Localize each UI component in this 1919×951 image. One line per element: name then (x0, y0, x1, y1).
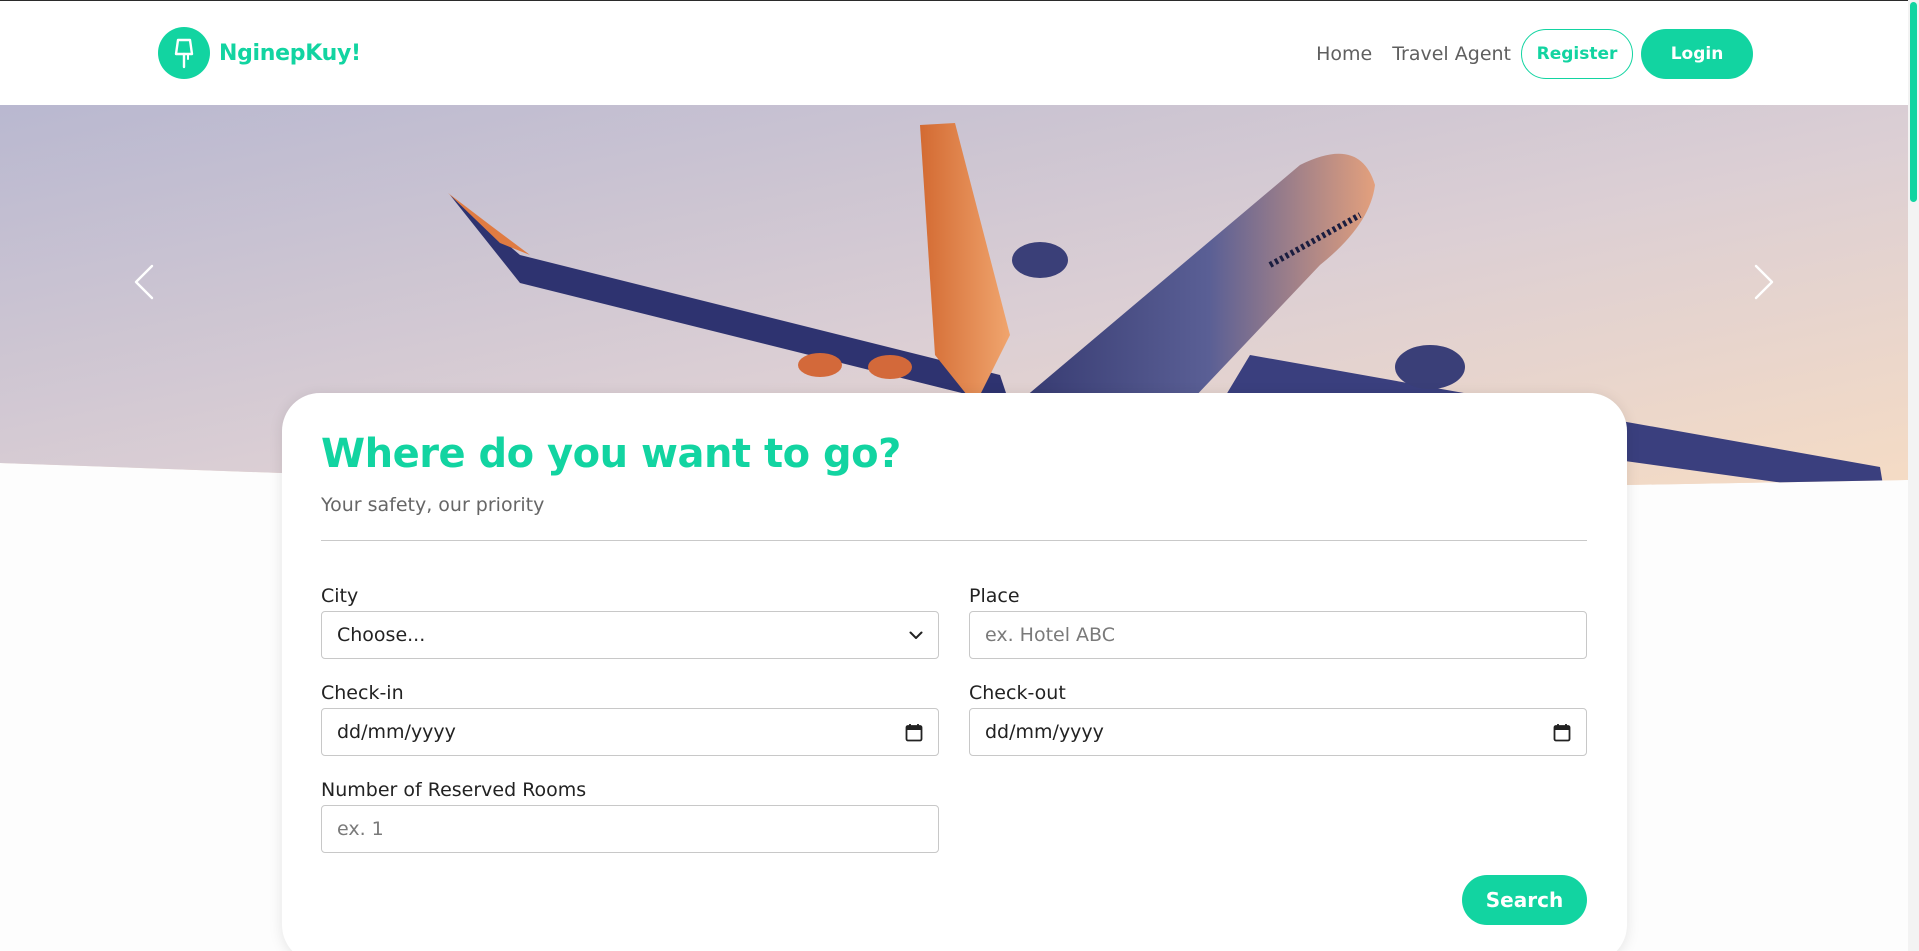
place-field: Place ex. Hotel ABC (969, 583, 1587, 659)
city-select-value: Choose... (337, 624, 426, 646)
register-button[interactable]: Register (1521, 29, 1633, 79)
city-label: City (321, 585, 359, 607)
chevron-left-icon (134, 264, 154, 300)
check-in-date-input[interactable]: dd/mm/yyyy (321, 708, 939, 756)
brand-name: NginepKuy! (219, 40, 361, 66)
nav-travel-agent-link[interactable]: Travel Agent (1392, 29, 1511, 79)
search-card-title: Where do you want to go? (321, 431, 901, 477)
city-select[interactable]: Choose... (321, 611, 939, 659)
place-input[interactable]: ex. Hotel ABC (969, 611, 1587, 659)
divider (321, 540, 1587, 541)
check-out-value: dd/mm/yyyy (985, 721, 1104, 743)
rooms-input[interactable]: ex. 1 (321, 805, 939, 853)
rooms-placeholder: ex. 1 (337, 818, 384, 840)
nav-links: Home Travel Agent Register Login (1316, 29, 1753, 79)
check-out-date-input[interactable]: dd/mm/yyyy (969, 708, 1587, 756)
check-in-field: Check-in dd/mm/yyyy (321, 680, 939, 756)
search-card-subtitle: Your safety, our priority (321, 494, 545, 516)
check-in-label: Check-in (321, 682, 404, 704)
check-out-field: Check-out dd/mm/yyyy (969, 680, 1587, 756)
carousel-next-button[interactable] (1744, 257, 1784, 307)
rooms-field: Number of Reserved Rooms ex. 1 (321, 777, 939, 853)
scrollbar[interactable] (1908, 0, 1919, 951)
calendar-icon[interactable] (1553, 723, 1571, 742)
rooms-label: Number of Reserved Rooms (321, 779, 587, 801)
chevron-right-icon (1754, 264, 1774, 300)
search-card: Where do you want to go? Your safety, ou… (282, 393, 1627, 951)
login-button[interactable]: Login (1641, 29, 1753, 79)
brand[interactable]: NginepKuy! (158, 27, 361, 79)
city-field: City Choose... (321, 583, 939, 659)
calendar-icon[interactable] (905, 723, 923, 742)
lamp-icon (158, 27, 210, 79)
carousel-prev-button[interactable] (124, 257, 164, 307)
place-label: Place (969, 585, 1020, 607)
check-out-label: Check-out (969, 682, 1066, 704)
check-in-value: dd/mm/yyyy (337, 721, 456, 743)
place-placeholder: ex. Hotel ABC (985, 624, 1116, 646)
search-button[interactable]: Search (1462, 875, 1587, 925)
navbar: NginepKuy! Home Travel Agent Register Lo… (0, 1, 1908, 105)
scrollbar-thumb[interactable] (1910, 2, 1917, 202)
chevron-down-icon (909, 631, 923, 639)
nav-home-link[interactable]: Home (1316, 29, 1372, 79)
